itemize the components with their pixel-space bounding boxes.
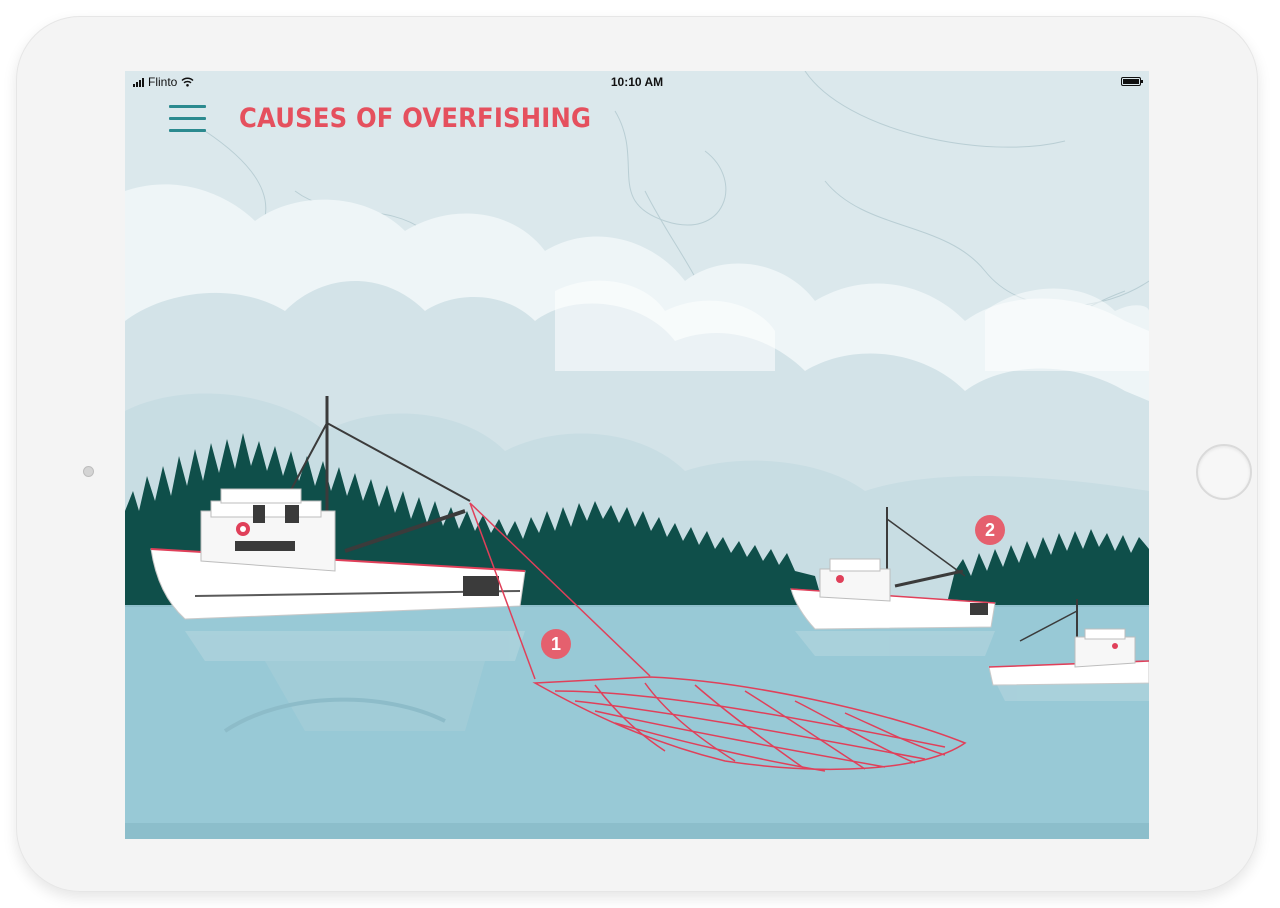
camera-icon: [83, 466, 94, 477]
hotspot-marker-1[interactable]: 1: [541, 629, 571, 659]
status-bar: Flinto 10:10 AM: [125, 71, 1149, 93]
fishing-scene-illustration: [125, 71, 1149, 839]
home-button[interactable]: [1196, 444, 1252, 500]
app-screen: Flinto 10:10 AM CAUSES OF OVERFISHING 1 …: [125, 71, 1149, 839]
status-time: 10:10 AM: [610, 75, 664, 89]
hamburger-menu-icon[interactable]: [169, 105, 207, 133]
sea-bottom-band: [125, 823, 1149, 839]
page-title: CAUSES OF OVERFISHING: [239, 103, 592, 134]
battery-icon: [1121, 77, 1143, 86]
hotspot-marker-2[interactable]: 2: [975, 515, 1005, 545]
